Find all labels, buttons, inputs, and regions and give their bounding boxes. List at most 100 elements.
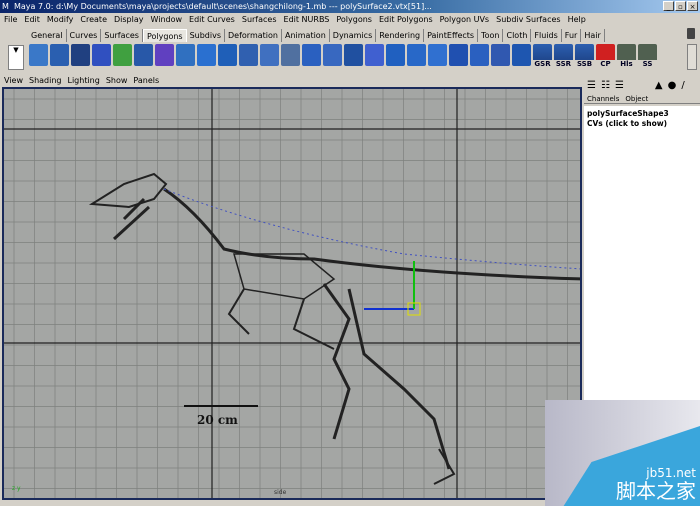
shelf-icon-label: SSR (554, 60, 573, 68)
shelf-hls-icon[interactable]: Hls (617, 44, 636, 68)
shelf-cp-icon[interactable]: CP (596, 44, 615, 68)
tab-curves[interactable]: Curves (67, 29, 102, 42)
tab-rendering[interactable]: Rendering (376, 29, 425, 42)
window-title: Maya 7.0: d:\My Documents\maya\projects\… (14, 2, 432, 11)
shelf-tool-icon[interactable] (407, 44, 426, 66)
tab-fluids[interactable]: Fluids (531, 29, 562, 42)
camera-label: side (274, 489, 287, 496)
menu-edit-polygons[interactable]: Edit Polygons (379, 13, 433, 26)
tab-surfaces[interactable]: Surfaces (101, 29, 143, 42)
shelf-tabs: General Curves Surfaces Polygons Subdivs Defo… (28, 29, 605, 42)
close-button[interactable]: × (687, 1, 698, 11)
view-menu-shading[interactable]: Shading (29, 76, 62, 86)
minimize-button[interactable]: _ (663, 1, 674, 11)
tab-general[interactable]: General (28, 29, 67, 42)
shelf-menu-button[interactable]: ▼ (8, 45, 24, 70)
view-menu-panels[interactable]: Panels (133, 76, 159, 86)
menu-file[interactable]: File (4, 13, 17, 26)
shelf-gsr-icon[interactable]: GSR (533, 44, 552, 68)
shelf-icon-label: SSB (575, 60, 594, 68)
shelf-tool-icon[interactable] (197, 44, 216, 66)
shelf-icon-label: GSR (533, 60, 552, 68)
tab-painteffects[interactable]: PaintEffects (424, 29, 479, 42)
tab-fur[interactable]: Fur (562, 29, 582, 42)
dinosaur-skeleton-image (88, 172, 580, 485)
watermark: jb51.net 脚本之家 (545, 400, 700, 506)
maximize-button[interactable]: ▫ (675, 1, 686, 11)
viewport-side[interactable]: 20 cm z y side (2, 87, 582, 500)
menu-edit-curves[interactable]: Edit Curves (189, 13, 235, 26)
view-menu-view[interactable]: View (4, 76, 23, 86)
object-menu[interactable]: Object (625, 94, 648, 103)
shelf-icon-label: CP (596, 60, 615, 68)
tab-animation[interactable]: Animation (282, 29, 330, 42)
shelf-tool-icon[interactable] (365, 44, 384, 66)
watermark-name: 脚本之家 (616, 479, 696, 503)
object-name[interactable]: polySurfaceShape3 (587, 109, 697, 119)
shelf-tool-icon[interactable] (50, 44, 69, 66)
shelf-icon-label: SS (638, 60, 657, 68)
menu-display[interactable]: Display (114, 13, 144, 26)
shelf-tool-icon[interactable] (71, 44, 90, 66)
shelf-tool-icon[interactable] (92, 44, 111, 66)
shelf-tool-icon[interactable] (239, 44, 258, 66)
shelf-ssb-icon[interactable]: SSB (575, 44, 594, 68)
trash-icon[interactable] (687, 28, 695, 39)
shelf-tool-icon[interactable] (218, 44, 237, 66)
tab-subdivs[interactable]: Subdivs (187, 29, 226, 42)
channel-box-icon[interactable]: ☰ (587, 80, 596, 92)
shelf-tool-icon[interactable] (281, 44, 300, 66)
menu-help[interactable]: Help (568, 13, 586, 26)
shelf-ss-icon[interactable]: SS (638, 44, 657, 68)
tab-hair[interactable]: Hair (581, 29, 605, 42)
menu-polygon-uvs[interactable]: Polygon UVs (440, 13, 489, 26)
channels-menu[interactable]: Channels (587, 94, 619, 103)
layer-editor-icon[interactable]: ☷ (601, 80, 610, 92)
panel-menu: View Shading Lighting Show Panels (4, 76, 159, 86)
shelf-tool-icon[interactable] (344, 44, 363, 66)
menu-bar: File Edit Modify Create Display Window Edit Cu… (0, 13, 700, 26)
shelf-icons: GSR SSR SSB CP Hls SS (29, 44, 657, 70)
view-menu-show[interactable]: Show (106, 76, 128, 86)
shelf-ssr-icon[interactable]: SSR (554, 44, 573, 68)
tab-polygons[interactable]: Polygons (142, 29, 187, 42)
menu-edit-nurbs[interactable]: Edit NURBS (284, 13, 330, 26)
pencil-icon[interactable]: / (681, 80, 684, 92)
menu-surfaces[interactable]: Surfaces (242, 13, 277, 26)
shelf-tool-icon[interactable] (29, 44, 48, 66)
menu-subdiv-surfaces[interactable]: Subdiv Surfaces (496, 13, 560, 26)
shelf-tool-icon[interactable] (428, 44, 447, 66)
scale-label: 20 cm (197, 413, 238, 427)
shelf-tool-icon[interactable] (176, 44, 195, 66)
shelf-tool-icon[interactable] (386, 44, 405, 66)
tab-cloth[interactable]: Cloth (503, 29, 532, 42)
scale-bar (184, 405, 258, 407)
color-icon[interactable]: ▲ (655, 80, 663, 92)
shelf-tool-icon[interactable] (302, 44, 321, 66)
shelf-scrollbar[interactable] (687, 44, 697, 70)
shelf-tool-icon[interactable] (470, 44, 489, 66)
sphere-icon[interactable]: ● (668, 80, 677, 92)
menu-edit[interactable]: Edit (24, 13, 40, 26)
menu-modify[interactable]: Modify (47, 13, 74, 26)
maya-logo-icon: M (2, 2, 9, 11)
title-bar: M Maya 7.0: d:\My Documents\maya\project… (0, 0, 700, 13)
attribute-icon[interactable]: ☰ (615, 80, 624, 92)
tab-deformation[interactable]: Deformation (225, 29, 282, 42)
shelf-tool-icon[interactable] (113, 44, 132, 66)
menu-polygons[interactable]: Polygons (336, 13, 372, 26)
tab-dynamics[interactable]: Dynamics (330, 29, 377, 42)
shelf-tool-icon[interactable] (260, 44, 279, 66)
cvs-toggle[interactable]: CVs (click to show) (587, 119, 697, 129)
shelf-tool-icon[interactable] (134, 44, 153, 66)
menu-window[interactable]: Window (151, 13, 183, 26)
shelf-tool-icon[interactable] (155, 44, 174, 66)
tab-toon[interactable]: Toon (478, 29, 504, 42)
menu-create[interactable]: Create (80, 13, 107, 26)
shelf-tool-icon[interactable] (512, 44, 531, 66)
shelf-tool-icon[interactable] (449, 44, 468, 66)
view-menu-lighting[interactable]: Lighting (67, 76, 99, 86)
shelf-icon-label: Hls (617, 60, 636, 68)
shelf-tool-icon[interactable] (491, 44, 510, 66)
shelf-tool-icon[interactable] (323, 44, 342, 66)
